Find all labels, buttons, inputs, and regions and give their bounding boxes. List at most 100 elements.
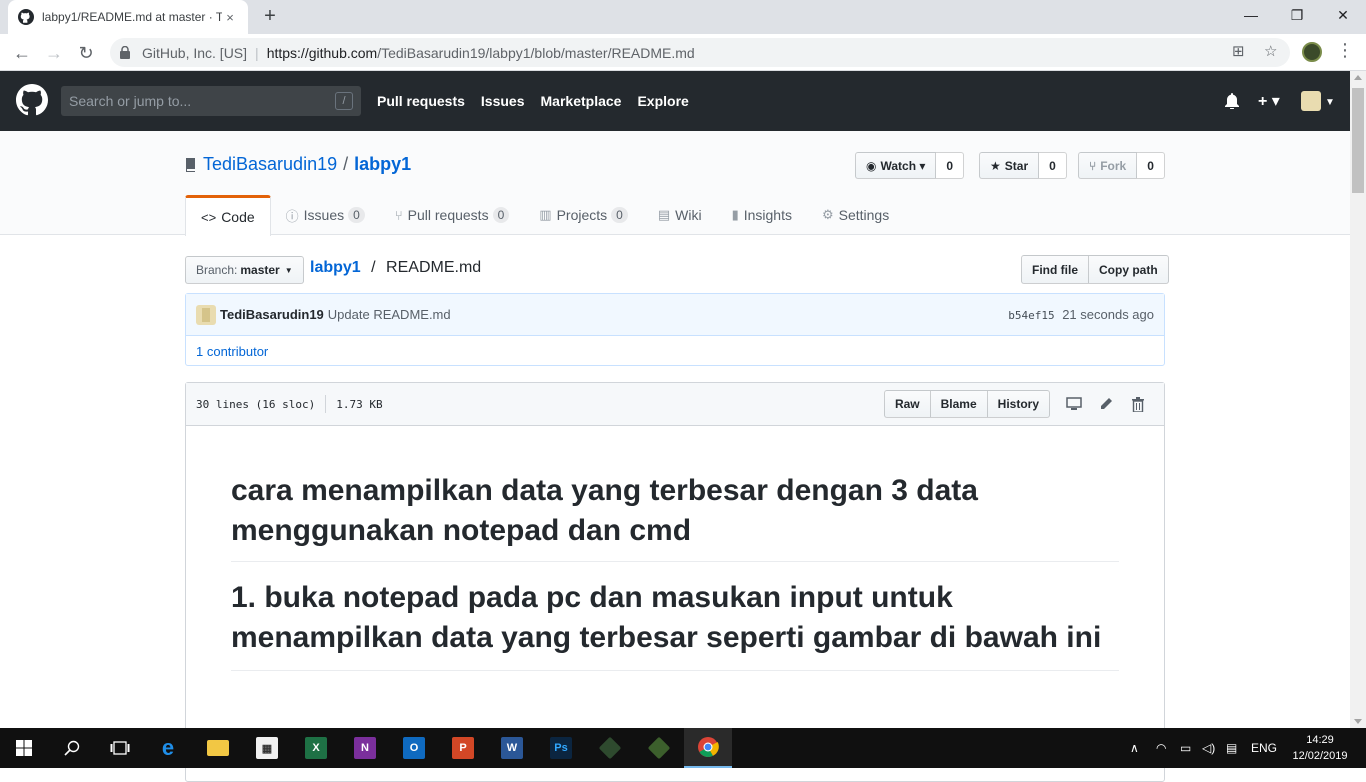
gear-icon: ⚙	[821, 207, 834, 222]
chrome-icon[interactable]	[684, 728, 732, 768]
watch-count[interactable]: 0	[936, 152, 965, 179]
fork-label: Fork	[1100, 158, 1127, 173]
tab-projects[interactable]: ▥ Projects 0	[524, 195, 643, 235]
clock-date: 12/02/2019	[1292, 750, 1348, 762]
action-center-icon[interactable]: ▤	[1226, 728, 1237, 768]
nav-marketplace[interactable]: Marketplace	[541, 93, 622, 109]
github-favicon-icon	[18, 9, 34, 25]
readme-heading-2: 1. buka notepad pada pc dan masukan inpu…	[231, 578, 1119, 671]
onenote-icon[interactable]: N	[341, 728, 389, 768]
file-info: 30 lines (16 sloc) 1.73 KB	[196, 395, 383, 413]
new-tab-button[interactable]: +	[258, 6, 282, 28]
contributors-link[interactable]: 1 contributor	[186, 336, 1164, 366]
repo-book-icon	[185, 157, 197, 173]
app-green-icon[interactable]	[586, 728, 634, 768]
readme-content: cara menampilkan data yang terbesar deng…	[186, 426, 1164, 671]
file-lines: 30 lines (16 sloc)	[196, 397, 316, 411]
restore-button[interactable]: ❐	[1274, 0, 1320, 30]
pull-requests-counter: 0	[492, 207, 510, 223]
tab-wiki[interactable]: ▤ Wiki	[643, 195, 717, 235]
battery-icon[interactable]: ▭	[1180, 728, 1191, 768]
star-count[interactable]: 0	[1039, 152, 1067, 179]
volume-icon[interactable]: ◁)	[1202, 728, 1215, 768]
forward-arrow-icon[interactable]: →	[40, 39, 68, 67]
tab-pull-requests[interactable]: ⑂ Pull requests 0	[380, 195, 524, 235]
file-header: 30 lines (16 sloc) 1.73 KB Raw Blame His…	[186, 383, 1164, 426]
show-hidden-icons-chevron-icon[interactable]: ∧	[1130, 728, 1139, 768]
trash-icon[interactable]	[1122, 390, 1154, 418]
bell-icon[interactable]	[1225, 93, 1239, 112]
star-button[interactable]: ★ Star	[979, 152, 1040, 179]
bookmark-star-icon[interactable]: ☆	[1264, 42, 1277, 60]
search-icon[interactable]	[48, 728, 96, 768]
github-logo-icon[interactable]	[16, 84, 48, 116]
address-bar[interactable]: GitHub, Inc. [US] | https://github.com /…	[110, 38, 1290, 67]
store-icon[interactable]: ▦	[243, 728, 291, 768]
code-icon: <>	[201, 209, 217, 225]
browser-toolbar: ← → ↻ GitHub, Inc. [US] | https://github…	[0, 34, 1366, 71]
search-input[interactable]: Search or jump to... /	[61, 86, 361, 116]
nav-issues[interactable]: Issues	[481, 93, 525, 109]
pencil-icon[interactable]	[1090, 390, 1122, 418]
repo-owner-link[interactable]: TediBasarudin19	[203, 154, 337, 175]
tab-code[interactable]: <> Code	[185, 195, 271, 236]
photoshop-icon[interactable]: Ps	[537, 728, 585, 768]
copy-path-button[interactable]: Copy path	[1089, 255, 1169, 284]
excel-icon[interactable]: X	[292, 728, 340, 768]
breadcrumb-repo-link[interactable]: labpy1	[310, 259, 361, 276]
page-scrollbar[interactable]	[1350, 71, 1366, 728]
eye-icon: ◉	[866, 158, 877, 173]
file-nav-buttons: Find file Copy path	[1021, 255, 1169, 284]
outlook-icon[interactable]: O	[390, 728, 438, 768]
nav-pull-requests[interactable]: Pull requests	[377, 93, 465, 109]
scroll-down-arrow-icon[interactable]	[1354, 719, 1362, 724]
reload-icon[interactable]: ↻	[72, 39, 100, 67]
fork-button[interactable]: ⑂ Fork	[1078, 152, 1138, 179]
task-view-icon[interactable]	[96, 728, 144, 768]
tab-label: Code	[221, 209, 255, 225]
tab-settings[interactable]: ⚙ Settings	[807, 195, 904, 235]
desktop-icon[interactable]	[1058, 390, 1090, 418]
tab-insights[interactable]: ▮ Insights	[717, 195, 807, 235]
input-language[interactable]: ENG	[1251, 728, 1277, 768]
repo-name-link[interactable]: labpy1	[354, 154, 411, 175]
scroll-thumb[interactable]	[1352, 88, 1364, 193]
translate-icon[interactable]: ⊞	[1232, 42, 1245, 60]
chrome-menu-icon[interactable]: ⋮	[1336, 40, 1354, 61]
windows-start-icon[interactable]	[0, 728, 48, 768]
watch-button[interactable]: ◉ Watch ▾	[855, 152, 937, 179]
profile-avatar[interactable]	[1302, 42, 1322, 62]
chevron-down-icon[interactable]: ▼	[1325, 97, 1335, 108]
create-new-dropdown[interactable]: + ▾	[1258, 91, 1280, 111]
commit-message-link[interactable]: Update README.md	[328, 307, 451, 322]
tab-close-icon[interactable]: ×	[222, 10, 238, 25]
wifi-icon[interactable]: ◠	[1156, 728, 1166, 768]
branch-select-button[interactable]: Branch: master ▼	[185, 256, 304, 284]
powerpoint-icon[interactable]: P	[439, 728, 487, 768]
user-avatar[interactable]	[1301, 91, 1321, 111]
close-window-button[interactable]: ✕	[1320, 0, 1366, 30]
raw-button[interactable]: Raw	[883, 390, 931, 418]
word-icon[interactable]: W	[488, 728, 536, 768]
file-actions: Raw Blame History	[883, 390, 1154, 418]
tab-issues[interactable]: ⓘ Issues 0	[271, 195, 380, 235]
nav-explore[interactable]: Explore	[637, 93, 688, 109]
commit-author-link[interactable]: TediBasarudin19	[220, 307, 324, 322]
edge-browser-icon[interactable]: e	[144, 728, 192, 768]
author-avatar[interactable]	[196, 304, 216, 325]
taskbar-clock[interactable]: 14:29 12/02/2019	[1288, 732, 1352, 764]
blame-button[interactable]: Blame	[930, 390, 988, 418]
projects-counter: 0	[611, 207, 628, 223]
file-explorer-icon[interactable]	[194, 728, 242, 768]
app-green-icon[interactable]	[635, 728, 683, 768]
tab-label: Settings	[838, 207, 890, 223]
history-button[interactable]: History	[987, 390, 1050, 418]
file-view-buttons: Raw Blame History	[883, 390, 1050, 418]
minimize-button[interactable]: —	[1228, 0, 1274, 30]
find-file-button[interactable]: Find file	[1021, 255, 1089, 284]
commit-sha-link[interactable]: b54ef15	[1008, 309, 1054, 322]
browser-tab[interactable]: labpy1/README.md at master · T ×	[8, 0, 248, 34]
fork-count[interactable]: 0	[1137, 152, 1165, 179]
back-arrow-icon[interactable]: ←	[8, 39, 36, 67]
scroll-up-arrow-icon[interactable]	[1354, 75, 1362, 80]
